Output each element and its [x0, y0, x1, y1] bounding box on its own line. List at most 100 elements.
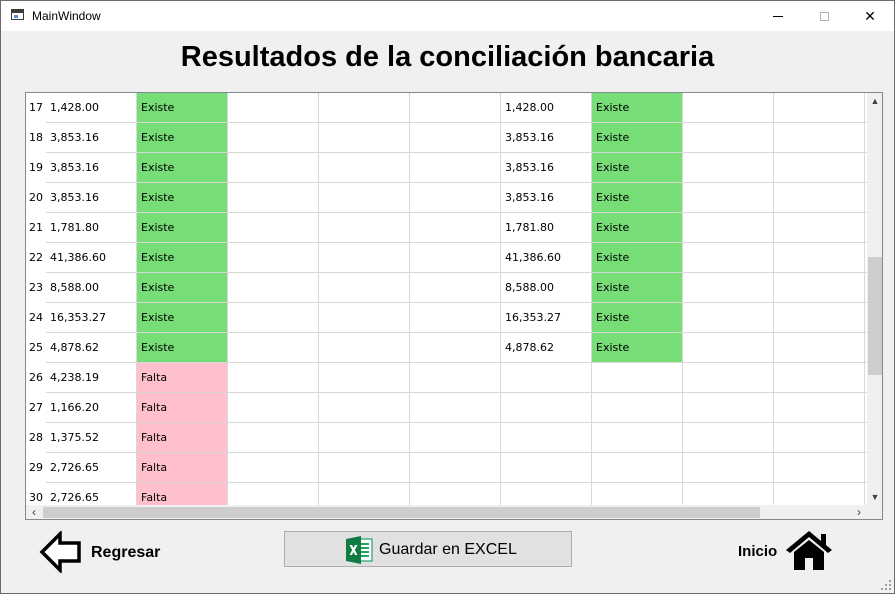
- status-cell[interactable]: Falta: [137, 393, 228, 423]
- amount-cell[interactable]: 3,853.16: [501, 123, 592, 153]
- status-cell[interactable]: [592, 483, 683, 505]
- amount-cell[interactable]: 3,853.16: [501, 183, 592, 213]
- empty-cell[interactable]: [228, 153, 319, 183]
- empty-cell[interactable]: [410, 333, 501, 363]
- back-button[interactable]: Regresar: [39, 531, 173, 573]
- status-cell[interactable]: Existe: [592, 333, 683, 363]
- status-cell[interactable]: [592, 393, 683, 423]
- empty-cell[interactable]: [410, 363, 501, 393]
- status-cell[interactable]: Existe: [137, 333, 228, 363]
- empty-cell[interactable]: [774, 453, 865, 483]
- empty-cell[interactable]: [774, 363, 865, 393]
- empty-cell[interactable]: [319, 423, 410, 453]
- status-cell[interactable]: Falta: [137, 453, 228, 483]
- amount-cell[interactable]: 16,353.27: [46, 303, 137, 333]
- close-button[interactable]: ✕: [847, 1, 893, 31]
- results-table[interactable]: 17 18 19 20 21 22 23 24 25 26 27 28 29 30 1,428.00 Exi…: [25, 92, 883, 520]
- amount-cell[interactable]: [501, 393, 592, 423]
- row-number[interactable]: 28: [26, 423, 46, 453]
- empty-cell[interactable]: [774, 153, 865, 183]
- vertical-scroll-thumb[interactable]: [868, 257, 882, 375]
- empty-cell[interactable]: [319, 243, 410, 273]
- empty-cell[interactable]: [683, 123, 774, 153]
- empty-cell[interactable]: [683, 483, 774, 505]
- status-cell[interactable]: Existe: [137, 243, 228, 273]
- minimize-button[interactable]: [755, 1, 801, 31]
- empty-cell[interactable]: [319, 363, 410, 393]
- status-cell[interactable]: Existe: [137, 273, 228, 303]
- empty-cell[interactable]: [228, 393, 319, 423]
- status-cell[interactable]: Existe: [592, 243, 683, 273]
- horizontal-scroll-thumb[interactable]: [43, 507, 760, 518]
- empty-cell[interactable]: [319, 183, 410, 213]
- empty-cell[interactable]: [774, 303, 865, 333]
- empty-cell[interactable]: [228, 123, 319, 153]
- empty-cell[interactable]: [319, 213, 410, 243]
- save-excel-button[interactable]: Guardar en EXCEL: [284, 531, 572, 567]
- status-cell[interactable]: Existe: [592, 123, 683, 153]
- amount-cell[interactable]: 1,166.20: [46, 393, 137, 423]
- amount-cell[interactable]: 4,238.19: [46, 363, 137, 393]
- empty-cell[interactable]: [410, 423, 501, 453]
- status-cell[interactable]: [592, 423, 683, 453]
- empty-cell[interactable]: [683, 393, 774, 423]
- empty-cell[interactable]: [228, 273, 319, 303]
- amount-cell[interactable]: 2,726.65: [46, 453, 137, 483]
- empty-cell[interactable]: [228, 213, 319, 243]
- amount-cell[interactable]: 1,781.80: [46, 213, 137, 243]
- empty-cell[interactable]: [683, 183, 774, 213]
- empty-cell[interactable]: [319, 483, 410, 505]
- empty-cell[interactable]: [410, 243, 501, 273]
- status-cell[interactable]: [592, 453, 683, 483]
- title-bar[interactable]: MainWindow ✕: [1, 1, 894, 31]
- empty-cell[interactable]: [228, 333, 319, 363]
- empty-cell[interactable]: [319, 93, 410, 123]
- resize-grip-icon[interactable]: [881, 580, 891, 590]
- empty-cell[interactable]: [774, 123, 865, 153]
- empty-cell[interactable]: [319, 153, 410, 183]
- status-cell[interactable]: Existe: [592, 183, 683, 213]
- row-number[interactable]: 29: [26, 453, 46, 483]
- amount-cell[interactable]: 41,386.60: [46, 243, 137, 273]
- empty-cell[interactable]: [319, 273, 410, 303]
- row-number[interactable]: 26: [26, 363, 46, 393]
- amount-cell[interactable]: 8,588.00: [501, 273, 592, 303]
- empty-cell[interactable]: [410, 123, 501, 153]
- row-number[interactable]: 18: [26, 123, 46, 153]
- empty-cell[interactable]: [228, 363, 319, 393]
- status-cell[interactable]: Existe: [592, 153, 683, 183]
- row-number[interactable]: 19: [26, 153, 46, 183]
- empty-cell[interactable]: [774, 273, 865, 303]
- amount-cell[interactable]: 16,353.27: [501, 303, 592, 333]
- empty-cell[interactable]: [683, 213, 774, 243]
- empty-cell[interactable]: [410, 393, 501, 423]
- empty-cell[interactable]: [410, 93, 501, 123]
- status-cell[interactable]: Falta: [137, 483, 228, 505]
- empty-cell[interactable]: [410, 273, 501, 303]
- table-grid[interactable]: 1,428.00 Existe 1,428.00 Existe 3,853.16 Exis…: [46, 93, 867, 505]
- empty-cell[interactable]: [319, 453, 410, 483]
- status-cell[interactable]: [592, 363, 683, 393]
- empty-cell[interactable]: [774, 183, 865, 213]
- empty-cell[interactable]: [774, 243, 865, 273]
- amount-cell[interactable]: 3,853.16: [46, 153, 137, 183]
- amount-cell[interactable]: [501, 363, 592, 393]
- empty-cell[interactable]: [683, 243, 774, 273]
- empty-cell[interactable]: [228, 453, 319, 483]
- amount-cell[interactable]: 4,878.62: [46, 333, 137, 363]
- row-number[interactable]: 23: [26, 273, 46, 303]
- empty-cell[interactable]: [774, 93, 865, 123]
- amount-cell[interactable]: 3,853.16: [501, 153, 592, 183]
- status-cell[interactable]: Existe: [592, 303, 683, 333]
- empty-cell[interactable]: [410, 303, 501, 333]
- row-number[interactable]: 21: [26, 213, 46, 243]
- row-number[interactable]: 25: [26, 333, 46, 363]
- scroll-up-icon[interactable]: ▲: [867, 93, 882, 109]
- row-number[interactable]: 24: [26, 303, 46, 333]
- empty-cell[interactable]: [774, 213, 865, 243]
- empty-cell[interactable]: [228, 483, 319, 505]
- status-cell[interactable]: Existe: [137, 213, 228, 243]
- empty-cell[interactable]: [319, 123, 410, 153]
- empty-cell[interactable]: [410, 453, 501, 483]
- scroll-left-icon[interactable]: ‹: [26, 505, 42, 519]
